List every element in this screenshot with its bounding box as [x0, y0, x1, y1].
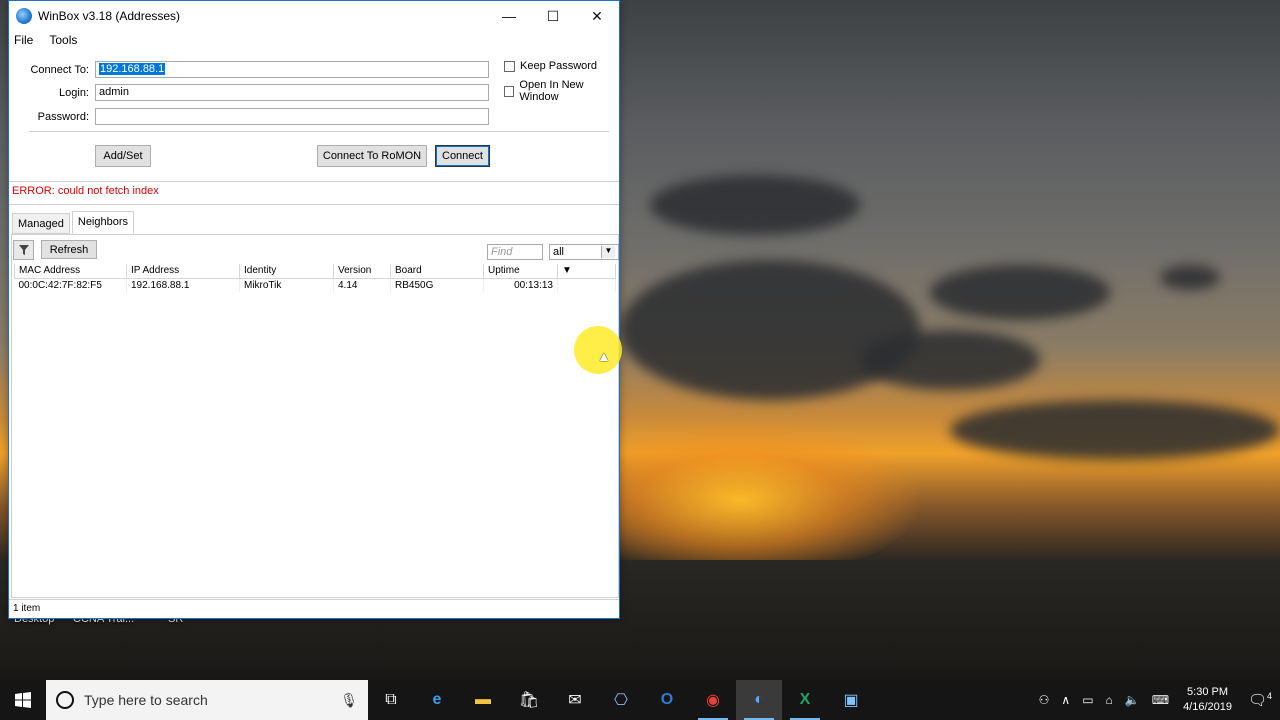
- column-menu[interactable]: ▼: [557, 264, 616, 279]
- password-label: Password:: [37, 111, 89, 123]
- divider: [9, 204, 619, 205]
- people-icon[interactable]: ⚇: [1039, 693, 1050, 707]
- cortana-icon: [56, 691, 74, 709]
- cell-version: 4.14: [333, 278, 391, 292]
- chrome-icon[interactable]: ◉: [690, 680, 736, 720]
- open-new-window-label: Open In New Window: [519, 79, 584, 103]
- checkbox-box[interactable]: [504, 85, 515, 97]
- cell-board: RB450G: [390, 278, 484, 292]
- task-view-icon[interactable]: ⧉: [368, 680, 414, 720]
- column-header-ip[interactable]: IP Address: [126, 264, 240, 279]
- menu-tools[interactable]: Tools: [49, 33, 77, 47]
- clock[interactable]: 5:30 PM 4/16/2019: [1183, 685, 1232, 715]
- network-icon[interactable]: ⌂: [1106, 693, 1113, 707]
- window-title: WinBox v3.18 (Addresses): [38, 9, 181, 23]
- mail-icon[interactable]: ✉: [552, 680, 598, 720]
- clock-time: 5:30 PM: [1187, 686, 1229, 698]
- table-header-row: MAC Address IP Address Identity Version …: [14, 264, 616, 279]
- outlook-icon[interactable]: O: [644, 680, 690, 720]
- connect-to-label: Connect To:: [30, 64, 89, 76]
- column-header-uptime[interactable]: Uptime: [483, 264, 558, 279]
- network-tool-icon[interactable]: ⎔: [598, 680, 644, 720]
- connect-to-input[interactable]: 192.168.88.1: [95, 61, 489, 78]
- mouse-cursor-icon: ▲: [597, 348, 611, 364]
- checkbox-box[interactable]: [504, 60, 515, 72]
- notification-count: 4: [1267, 691, 1273, 701]
- menu-bar: File Tools: [9, 31, 619, 49]
- divider: [9, 181, 619, 182]
- system-tray: ⚇ ∧ ▭ ⌂ 🔈 ⌨ 5:30 PM 4/16/2019 🗨4: [1033, 680, 1280, 720]
- filter-button[interactable]: [13, 240, 34, 260]
- connect-form: Connect To: 192.168.88.1 Login: admin Pa…: [9, 49, 619, 181]
- winbox-taskbar-icon[interactable]: ◐: [736, 680, 782, 720]
- column-header-board[interactable]: Board: [390, 264, 484, 279]
- excel-icon[interactable]: X: [782, 680, 828, 720]
- windows-logo-icon: [15, 692, 31, 708]
- connect-romon-button[interactable]: Connect To RoMON: [317, 145, 427, 167]
- taskbar-search[interactable]: Type here to search 🎙: [46, 680, 368, 720]
- neighbors-panel: Refresh Find all ▼ MAC Address IP Address…: [11, 234, 619, 598]
- taskbar: Type here to search 🎙 ⧉ e ▬ 🛍 ✉ ⎔ O ◉ ◐ …: [0, 680, 1280, 720]
- menu-file[interactable]: File: [14, 33, 33, 47]
- volume-icon[interactable]: 🔈: [1125, 693, 1140, 707]
- minimize-button[interactable]: —: [487, 1, 531, 31]
- clock-date: 4/16/2019: [1183, 701, 1232, 713]
- winbox-app-icon: [16, 8, 32, 24]
- show-hidden-icons-icon[interactable]: ∧: [1061, 693, 1070, 707]
- title-bar[interactable]: WinBox v3.18 (Addresses) — ☐ ✕: [9, 1, 619, 31]
- connect-to-value: 192.168.88.1: [99, 63, 166, 75]
- filter-select-value: all: [553, 246, 565, 258]
- column-header-mac[interactable]: MAC Address: [14, 264, 127, 279]
- filter-icon: [18, 245, 29, 255]
- tab-neighbors[interactable]: Neighbors: [71, 211, 135, 234]
- close-button[interactable]: ✕: [575, 1, 619, 31]
- error-message: ERROR: could not fetch index: [12, 185, 159, 197]
- store-icon[interactable]: 🛍: [506, 680, 552, 720]
- edge-icon[interactable]: e: [414, 680, 460, 720]
- action-center-icon[interactable]: 🗨4: [1240, 691, 1280, 709]
- column-header-version[interactable]: Version: [333, 264, 391, 279]
- dropdown-arrow-icon[interactable]: ▼: [601, 246, 615, 258]
- maximize-button[interactable]: ☐: [531, 1, 575, 31]
- tab-strip: Managed Neighbors: [12, 211, 136, 234]
- keep-password-label: Keep Password: [520, 60, 598, 72]
- app-icon[interactable]: ▣: [828, 680, 874, 720]
- cell-identity: MikroTik: [239, 278, 334, 292]
- search-placeholder: Type here to search: [84, 692, 208, 708]
- keyboard-icon[interactable]: ⌨: [1152, 693, 1169, 707]
- microphone-icon[interactable]: 🎙: [340, 692, 358, 709]
- file-explorer-icon[interactable]: ▬: [460, 680, 506, 720]
- winbox-window: WinBox v3.18 (Addresses) — ☐ ✕ File Tool…: [8, 0, 620, 619]
- divider: [29, 131, 609, 132]
- status-bar: 1 item: [9, 599, 619, 618]
- keep-password-checkbox[interactable]: Keep Password: [504, 60, 597, 72]
- list-toolbar: Refresh Find all ▼: [12, 237, 619, 261]
- neighbors-table: MAC Address IP Address Identity Version …: [14, 264, 616, 292]
- column-header-identity[interactable]: Identity: [239, 264, 334, 279]
- filter-select[interactable]: all ▼: [549, 244, 619, 260]
- cell-ip: 192.168.88.1: [126, 278, 240, 292]
- refresh-button[interactable]: Refresh: [41, 240, 97, 259]
- password-input[interactable]: [95, 108, 489, 125]
- tab-managed[interactable]: Managed: [12, 213, 70, 234]
- cell-empty: [557, 278, 616, 292]
- add-set-button[interactable]: Add/Set: [95, 145, 151, 167]
- connect-button[interactable]: Connect: [435, 145, 490, 167]
- start-button[interactable]: [0, 680, 46, 720]
- find-input[interactable]: Find: [487, 244, 543, 260]
- login-label: Login:: [59, 87, 89, 99]
- cell-uptime: 00:13:13: [483, 278, 558, 292]
- open-new-window-checkbox[interactable]: Open In New Window: [504, 79, 619, 103]
- table-row[interactable]: 00:0C:42:7F:82:F5 192.168.88.1 MikroTik …: [14, 278, 616, 292]
- cell-mac: 00:0C:42:7F:82:F5: [14, 278, 127, 292]
- login-input[interactable]: admin: [95, 84, 489, 101]
- battery-icon[interactable]: ▭: [1082, 693, 1093, 707]
